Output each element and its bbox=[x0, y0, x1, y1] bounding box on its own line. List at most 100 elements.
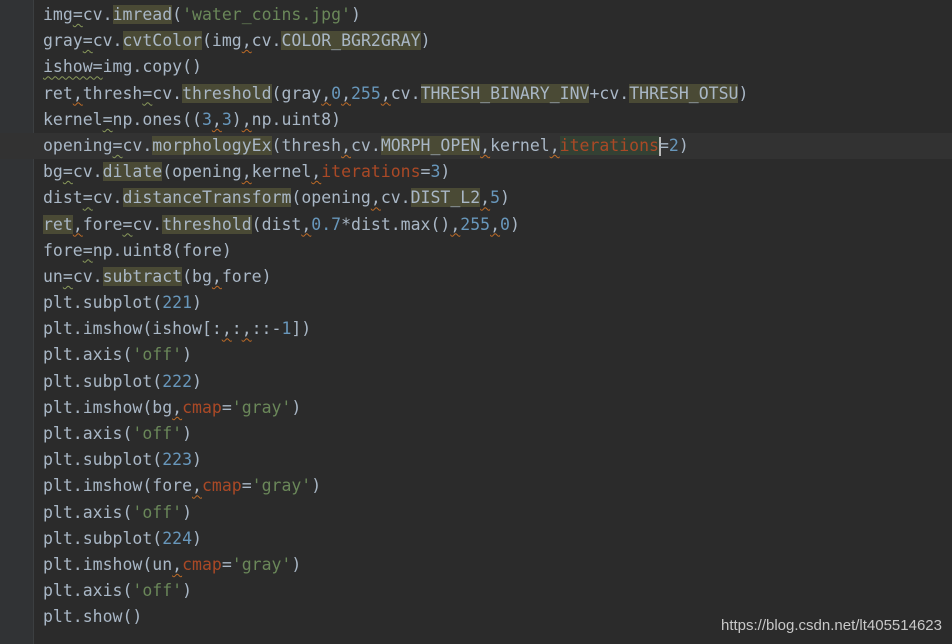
code-line[interactable]: plt.subplot(221) bbox=[0, 290, 952, 316]
code-token: plt.show() bbox=[43, 607, 143, 627]
code-token: 221 bbox=[162, 293, 193, 313]
code-line[interactable]: un=cv.subtract(bg,fore) bbox=[0, 264, 952, 290]
code-token: morphologyEx bbox=[152, 135, 272, 155]
code-line[interactable]: img=cv.imread('water_coins.jpg') bbox=[0, 2, 952, 28]
code-token: = bbox=[82, 240, 93, 260]
code-token: 'off' bbox=[132, 345, 183, 365]
code-token: (opening bbox=[162, 162, 242, 182]
code-token: = bbox=[241, 476, 252, 496]
code-line[interactable]: bg=cv.dilate(opening,kernel,iterations=3… bbox=[0, 159, 952, 185]
code-token: ) bbox=[351, 5, 361, 24]
code-token: ) bbox=[420, 31, 431, 51]
code-line[interactable]: ret,fore=cv.threshold(dist,0.7*dist.max(… bbox=[0, 212, 952, 238]
code-token: iterations bbox=[321, 162, 421, 182]
code-token: ) bbox=[678, 135, 689, 155]
code-token: 224 bbox=[162, 528, 193, 548]
code-token: dist bbox=[43, 188, 83, 208]
code-token: imread bbox=[112, 5, 173, 24]
code-token: , bbox=[370, 188, 381, 208]
code-token: 3 bbox=[221, 109, 232, 129]
code-token: ) bbox=[440, 162, 451, 182]
code-token: 2 bbox=[668, 135, 679, 155]
code-editor[interactable]: img=cv.imread('water_coins.jpg') gray=cv.… bbox=[0, 2, 952, 631]
code-token: , bbox=[311, 162, 322, 182]
code-token: plt.axis( bbox=[43, 581, 133, 601]
code-token: (dist bbox=[251, 214, 302, 234]
code-line[interactable]: plt.subplot(224) bbox=[0, 526, 952, 552]
code-line[interactable]: kernel=np.ones((3,3),np.uint8) bbox=[0, 107, 952, 133]
code-token: DIST_L2 bbox=[410, 188, 481, 208]
code-token: 0 bbox=[331, 83, 342, 103]
code-token: gray bbox=[43, 31, 83, 51]
code-token: , bbox=[549, 135, 560, 155]
code-token: iterations bbox=[559, 135, 659, 155]
code-line[interactable]: plt.imshow(un,cmap='gray') bbox=[0, 552, 952, 578]
code-token: 0 bbox=[500, 214, 510, 234]
code-token: = bbox=[122, 214, 133, 234]
code-token: plt.axis( bbox=[43, 345, 133, 365]
code-token: plt.subplot( bbox=[43, 450, 163, 470]
code-line[interactable]: plt.imshow(ishow[:,:,::-1]) bbox=[0, 316, 952, 342]
code-token: np.ones(( bbox=[112, 109, 202, 129]
code-token: cmap bbox=[182, 397, 222, 417]
code-token: , bbox=[480, 188, 491, 208]
code-token: 223 bbox=[162, 450, 193, 470]
code-line[interactable]: plt.axis('off') bbox=[0, 500, 952, 526]
code-token: ) bbox=[192, 450, 202, 470]
code-token: *dist.max() bbox=[341, 214, 451, 234]
code-token: kernel bbox=[43, 109, 103, 129]
code-token: = bbox=[142, 83, 153, 103]
code-token: = bbox=[420, 162, 431, 182]
code-token: ) bbox=[311, 476, 322, 496]
code-token: ret bbox=[43, 214, 73, 234]
code-line[interactable]: plt.axis('off') bbox=[0, 421, 952, 447]
code-line[interactable]: plt.imshow(fore,cmap='gray') bbox=[0, 473, 952, 499]
code-token: bg bbox=[43, 162, 63, 182]
code-token: threshold bbox=[162, 214, 252, 234]
code-line[interactable]: plt.axis('off') bbox=[0, 342, 952, 368]
code-line[interactable]: opening=cv.morphologyEx(thresh,cv.MORPH_… bbox=[0, 132, 952, 160]
code-token: ( bbox=[172, 5, 183, 24]
code-line[interactable]: plt.imshow(bg,cmap='gray') bbox=[0, 395, 952, 421]
code-line[interactable]: ishow=img.copy() bbox=[0, 54, 952, 80]
code-token: kernel bbox=[251, 162, 312, 182]
code-token: ishow= bbox=[43, 57, 103, 77]
code-line[interactable]: ret,thresh=cv.threshold(gray,0,255,cv.TH… bbox=[0, 81, 952, 107]
code-token: , bbox=[480, 135, 491, 155]
code-token: cv. bbox=[72, 162, 103, 182]
code-token: , bbox=[221, 319, 232, 339]
code-token: = bbox=[112, 135, 123, 155]
code-line[interactable]: plt.subplot(222) bbox=[0, 369, 952, 395]
code-token: fore) bbox=[221, 266, 272, 286]
code-line[interactable]: dist=cv.distanceTransform(opening,cv.DIS… bbox=[0, 185, 952, 211]
code-token: cv. bbox=[132, 214, 163, 234]
code-token: = bbox=[221, 397, 232, 417]
code-token: ) bbox=[192, 528, 202, 548]
code-token: , bbox=[241, 319, 252, 339]
code-token: cv. bbox=[92, 31, 123, 51]
code-line[interactable]: fore=np.uint8(fore) bbox=[0, 238, 952, 264]
code-token: , bbox=[380, 83, 391, 103]
code-line[interactable]: plt.subplot(223) bbox=[0, 447, 952, 473]
code-token: distanceTransform bbox=[122, 188, 292, 208]
code-token: kernel bbox=[490, 135, 550, 155]
code-token: cv. bbox=[351, 135, 381, 155]
code-token: ]) bbox=[291, 319, 312, 339]
code-token: , bbox=[241, 31, 252, 51]
code-token: plt.axis( bbox=[43, 502, 133, 522]
code-token: ) bbox=[182, 581, 193, 601]
code-token: 'off' bbox=[132, 424, 183, 443]
code-line[interactable]: plt.axis('off') bbox=[0, 578, 952, 604]
code-token: ) bbox=[182, 502, 193, 522]
code-token: cv. bbox=[152, 83, 183, 103]
code-token: = bbox=[72, 5, 83, 24]
code-token: un bbox=[43, 266, 63, 286]
code-token: ) bbox=[500, 188, 510, 208]
code-token: np.uint8) bbox=[251, 109, 342, 129]
code-line[interactable]: gray=cv.cvtColor(img,cv.COLOR_BGR2GRAY) bbox=[0, 28, 952, 54]
code-token: cv. bbox=[92, 188, 123, 208]
code-token: cv. bbox=[380, 188, 411, 208]
code-token: (thresh bbox=[271, 135, 342, 155]
code-token: 'water_coins.jpg' bbox=[182, 5, 351, 24]
code-token: THRESH_BINARY_INV bbox=[420, 83, 590, 103]
